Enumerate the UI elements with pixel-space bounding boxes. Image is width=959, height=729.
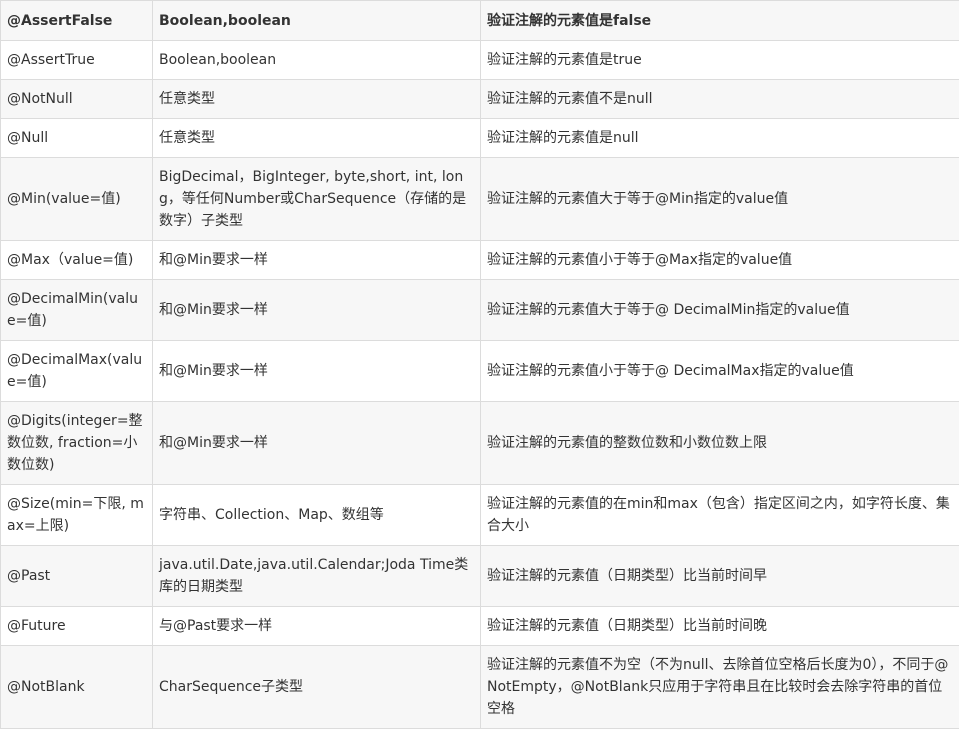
annotation-cell: @Min(value=值) [0,157,153,241]
table-row: @Min(value=值) BigDecimal，BigInteger, byt… [0,157,959,241]
description-cell: 验证注解的元素值的在min和max（包含）指定区间之内，如字符长度、集合大小 [480,484,959,546]
types-cell: java.util.Date,java.util.Calendar;Joda T… [152,545,481,607]
description-cell: 验证注解的元素值小于等于@ DecimalMax指定的value值 [480,340,959,402]
description-cell: 验证注解的元素值（日期类型）比当前时间晚 [480,606,959,646]
header-cell-description: 验证注解的元素值是false [480,0,959,41]
table-row: @AssertTrue Boolean,boolean 验证注解的元素值是tru… [0,40,959,80]
header-cell-annotation: @AssertFalse [0,0,153,41]
annotation-cell: @Digits(integer=整数位数, fraction=小数位数) [0,401,153,485]
types-cell: CharSequence子类型 [152,645,481,729]
table-row: @NotNull 任意类型 验证注解的元素值不是null [0,79,959,119]
table-row: @DecimalMin(value=值) 和@Min要求一样 验证注解的元素值大… [0,279,959,341]
annotation-cell: @NotNull [0,79,153,119]
types-cell: 和@Min要求一样 [152,340,481,402]
description-cell: 验证注解的元素值的整数位数和小数位数上限 [480,401,959,485]
table-body: @AssertTrue Boolean,boolean 验证注解的元素值是tru… [0,40,959,729]
table-header: @AssertFalse Boolean,boolean 验证注解的元素值是fa… [0,0,959,41]
types-cell: 字符串、Collection、Map、数组等 [152,484,481,546]
annotation-cell: @Null [0,118,153,158]
annotation-cell: @Past [0,545,153,607]
description-cell: 验证注解的元素值不为空（不为null、去除首位空格后长度为0），不同于@NotE… [480,645,959,729]
annotation-cell: @DecimalMin(value=值) [0,279,153,341]
table-row: @Past java.util.Date,java.util.Calendar;… [0,545,959,607]
description-cell: 验证注解的元素值是null [480,118,959,158]
description-cell: 验证注解的元素值大于等于@ DecimalMin指定的value值 [480,279,959,341]
table-row: @Null 任意类型 验证注解的元素值是null [0,118,959,158]
types-cell: 和@Min要求一样 [152,401,481,485]
description-cell: 验证注解的元素值大于等于@Min指定的value值 [480,157,959,241]
table-row: @DecimalMax(value=值) 和@Min要求一样 验证注解的元素值小… [0,340,959,402]
types-cell: 任意类型 [152,79,481,119]
types-cell: 与@Past要求一样 [152,606,481,646]
description-cell: 验证注解的元素值是true [480,40,959,80]
table-row: @Size(min=下限, max=上限) 字符串、Collection、Map… [0,484,959,546]
annotation-cell: @NotBlank [0,645,153,729]
table-row: @Max（value=值) 和@Min要求一样 验证注解的元素值小于等于@Max… [0,240,959,280]
types-cell: 任意类型 [152,118,481,158]
description-cell: 验证注解的元素值不是null [480,79,959,119]
types-cell: 和@Min要求一样 [152,279,481,341]
annotation-cell: @Size(min=下限, max=上限) [0,484,153,546]
types-cell: 和@Min要求一样 [152,240,481,280]
table-row: @NotBlank CharSequence子类型 验证注解的元素值不为空（不为… [0,645,959,729]
description-cell: 验证注解的元素值小于等于@Max指定的value值 [480,240,959,280]
types-cell: BigDecimal，BigInteger, byte,short, int, … [152,157,481,241]
table-row: @Digits(integer=整数位数, fraction=小数位数) 和@M… [0,401,959,485]
types-cell: Boolean,boolean [152,40,481,80]
header-cell-types: Boolean,boolean [152,0,481,41]
table-row: @Future 与@Past要求一样 验证注解的元素值（日期类型）比当前时间晚 [0,606,959,646]
table-header-row: @AssertFalse Boolean,boolean 验证注解的元素值是fa… [0,0,959,41]
description-cell: 验证注解的元素值（日期类型）比当前时间早 [480,545,959,607]
annotation-cell: @Future [0,606,153,646]
validation-annotations-table: @AssertFalse Boolean,boolean 验证注解的元素值是fa… [0,0,959,729]
annotation-cell: @AssertTrue [0,40,153,80]
annotation-cell: @DecimalMax(value=值) [0,340,153,402]
annotation-cell: @Max（value=值) [0,240,153,280]
